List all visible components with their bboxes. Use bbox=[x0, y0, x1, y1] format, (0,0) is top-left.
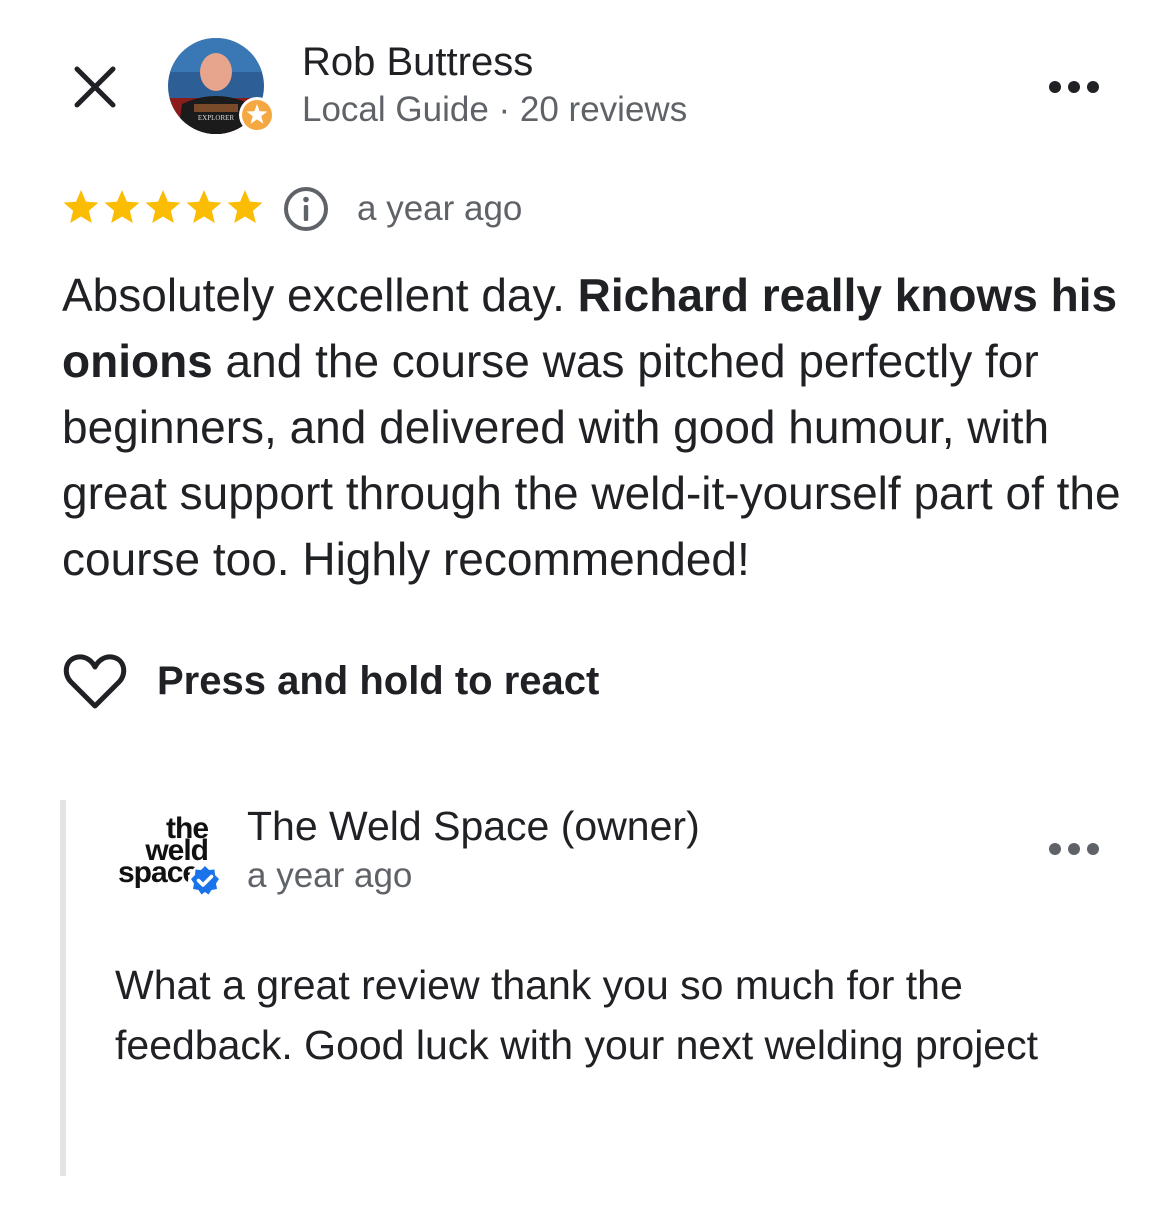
owner-name: The Weld Space (owner) bbox=[247, 803, 700, 849]
info-icon[interactable] bbox=[283, 186, 329, 232]
star-icon bbox=[104, 190, 140, 223]
review-text-segment: and the course was pitched perfectly for… bbox=[62, 335, 1121, 585]
star-icon bbox=[227, 190, 263, 223]
close-icon bbox=[74, 66, 116, 108]
review-time: a year ago bbox=[357, 189, 523, 228]
more-horizontal-icon bbox=[1049, 843, 1099, 855]
star-icon bbox=[186, 190, 222, 223]
star-icon bbox=[145, 190, 181, 223]
owner-more-options-button[interactable] bbox=[1044, 832, 1104, 866]
react-label: Press and hold to react bbox=[157, 658, 600, 703]
reply-divider bbox=[60, 800, 66, 1176]
more-options-button[interactable] bbox=[1044, 70, 1104, 104]
review-text-segment: Absolutely excellent day. bbox=[62, 269, 578, 321]
review-text: Absolutely excellent day. Richard really… bbox=[62, 262, 1122, 592]
avatar-shirt-text: EXPLORER bbox=[198, 114, 235, 122]
owner-logo-line-3: space bbox=[118, 856, 198, 889]
close-button[interactable] bbox=[68, 60, 122, 114]
heart-outline-icon bbox=[63, 654, 127, 709]
review-sheet: EXPLORER Rob Buttress Local Guide · 20 r… bbox=[0, 0, 1169, 1214]
star-rating bbox=[62, 188, 264, 226]
reviewer-name[interactable]: Rob Buttress bbox=[302, 40, 533, 85]
star-icon bbox=[63, 190, 99, 223]
verified-badge-icon bbox=[188, 864, 222, 898]
local-guide-badge-icon bbox=[239, 97, 275, 133]
more-horizontal-icon bbox=[1049, 81, 1099, 93]
reviewer-meta: Local Guide · 20 reviews bbox=[302, 90, 688, 129]
react-button[interactable]: Press and hold to react bbox=[62, 648, 599, 714]
owner-reply-time: a year ago bbox=[247, 856, 413, 895]
owner-logo[interactable]: the weld space bbox=[112, 806, 224, 900]
owner-reply-text: What a great review thank you so much fo… bbox=[115, 962, 1039, 1068]
